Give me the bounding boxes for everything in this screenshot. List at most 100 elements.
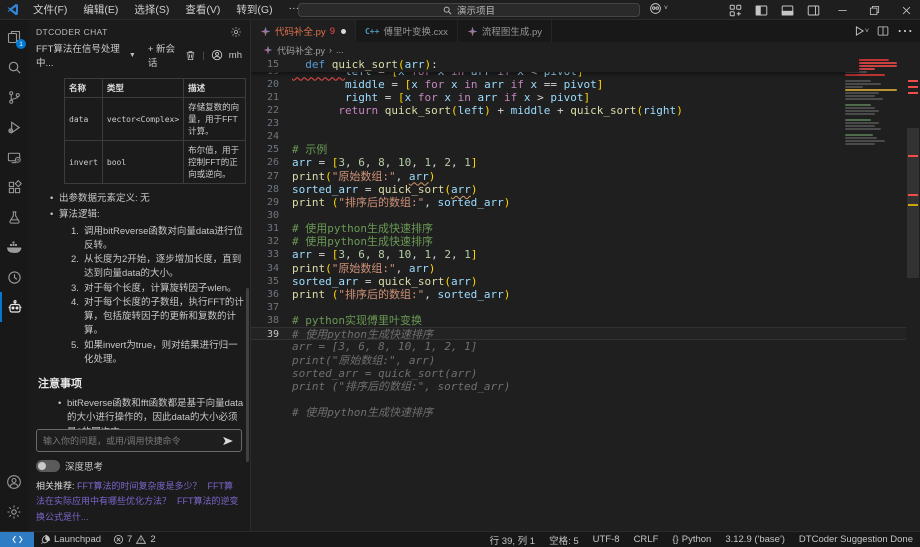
ghost-line[interactable]: print ("排序后的数组:", sorted_arr) (251, 380, 920, 393)
modified-dot-icon[interactable] (341, 29, 346, 34)
related-link-0[interactable]: FFT算法的时间复杂度是多少？ (77, 481, 202, 491)
status-item-0[interactable]: 行 39, 列 1 (483, 533, 542, 547)
conversation-selector[interactable]: FFT算法在信号处理中... (36, 41, 123, 69)
code-line-36[interactable]: 36print ("排序后的数组:", sorted_arr) (251, 288, 920, 301)
search-icon (443, 6, 452, 15)
toggle-panel-icon[interactable] (776, 1, 798, 19)
ghost-line[interactable]: # 使用python生成快速排序 (251, 406, 920, 419)
menu-item-2[interactable]: 选择(S) (127, 0, 176, 19)
minimize-button[interactable] (828, 0, 856, 20)
status-item-3[interactable]: CRLF (627, 534, 666, 545)
split-editor-icon[interactable] (877, 25, 889, 37)
status-item-6[interactable]: DTCoder Suggestion Done (792, 534, 920, 545)
minimap[interactable] (845, 59, 900, 179)
status-item-5[interactable]: 3.12.9 ('base') (718, 534, 792, 545)
docker-icon[interactable] (0, 232, 28, 262)
toggle-primary-sidebar-icon[interactable] (750, 1, 772, 19)
ghost-line[interactable]: arr = [3, 6, 8, 10, 1, 2, 1] (251, 340, 920, 353)
code-line-27[interactable]: 27print("原始数组:", arr) (251, 170, 920, 183)
ghost-line[interactable] (251, 393, 920, 406)
code-line-29[interactable]: 29print ("排序后的数组:", sorted_arr) (251, 196, 920, 209)
code-text: # python实现傅里叶变换 (279, 314, 422, 327)
launchpad-button[interactable]: Launchpad (34, 534, 107, 545)
account-icon[interactable] (0, 467, 28, 497)
code-line-24[interactable]: 24 (251, 130, 920, 143)
settings-gear-icon[interactable] (0, 497, 28, 527)
ai-assistant-button[interactable]: ˅ (649, 2, 668, 15)
chat-input[interactable] (43, 436, 217, 446)
code-line-28[interactable]: 28sorted_arr = quick_sort(arr) (251, 183, 920, 196)
explorer-icon[interactable]: 1 (0, 22, 28, 52)
command-center-search[interactable]: 演示项目 (298, 3, 640, 17)
line-number: 25 (251, 143, 279, 156)
user-avatar-icon[interactable] (211, 49, 223, 61)
send-icon[interactable] (221, 435, 235, 447)
run-dropdown-icon[interactable]: ˅ (865, 28, 869, 35)
breadcrumb[interactable]: 代码补全.py › ... (251, 42, 920, 58)
ai-chat-icon[interactable] (0, 292, 28, 322)
problems-button[interactable]: 7 2 (107, 534, 162, 545)
line-number: 33 (251, 248, 279, 261)
run-debug-icon[interactable] (0, 112, 28, 142)
code-line-26[interactable]: 26arr = [3, 6, 8, 10, 1, 2, 1] (251, 156, 920, 169)
restore-button[interactable] (860, 0, 888, 20)
test-beaker-icon[interactable] (0, 202, 28, 232)
remote-indicator[interactable] (0, 532, 34, 547)
code-line-32[interactable]: 32# 使用python生成快速排序 (251, 235, 920, 248)
customize-layout-icon[interactable] (724, 1, 746, 19)
search-view-icon[interactable] (0, 52, 28, 82)
code-line-21[interactable]: 21 right = [x for x in arr if x > pivot] (251, 91, 920, 104)
menu-item-3[interactable]: 查看(V) (178, 0, 227, 19)
chat-settings-gear-icon[interactable] (230, 26, 242, 38)
code-line-25[interactable]: 25# 示例 (251, 143, 920, 156)
chat-message-body[interactable]: 名称类型描述 datavector<Complex>存储复数的向量，用于FFT计… (28, 70, 250, 431)
deep-think-toggle[interactable] (36, 460, 60, 472)
more-actions-icon[interactable]: ⋯ (897, 21, 914, 41)
code-line-35[interactable]: 35sorted_arr = quick_sort(arr) (251, 275, 920, 288)
menu-item-1[interactable]: 编辑(E) (76, 0, 125, 19)
code-line-23[interactable]: 23 (251, 117, 920, 130)
sticky-scroll-line[interactable]: 15 def quick_sort(arr): (251, 58, 859, 72)
table-header-cell: 类型 (102, 79, 183, 98)
overview-ruler[interactable] (906, 58, 920, 531)
tab-傅里叶变换.cxx[interactable]: C++傅里叶变换.cxx (356, 20, 458, 42)
code-editor[interactable]: 19 left = [x for x in arr if x < pivot]2… (251, 58, 920, 531)
scrollbar-thumb[interactable] (907, 128, 919, 278)
table-cell: data (65, 98, 103, 141)
ghost-line[interactable]: print("原始数组:", arr) (251, 354, 920, 367)
sidebar-scrollbar[interactable] (246, 288, 249, 462)
run-button[interactable]: ˅ (853, 25, 869, 37)
code-line-39[interactable]: 39# 使用python生成快速排序 (251, 327, 920, 340)
code-line-20[interactable]: 20 middle = [x for x in arr if x == pivo… (251, 78, 920, 91)
status-item-1[interactable]: 空格: 5 (542, 533, 586, 547)
menu-item-4[interactable]: 转到(G) (229, 0, 279, 19)
code-line-38[interactable]: 38# python实现傅里叶变换 (251, 314, 920, 327)
new-chat-button[interactable]: + 新会话 (148, 41, 179, 69)
extensions-icon[interactable] (0, 172, 28, 202)
toggle-secondary-sidebar-icon[interactable] (802, 1, 824, 19)
status-item-4[interactable]: {}Python (665, 534, 718, 545)
tab-代码补全.py[interactable]: 代码补全.py9 (251, 20, 356, 42)
delete-chat-icon[interactable] (185, 50, 196, 61)
code-line-30[interactable]: 30 (251, 209, 920, 222)
source-control-icon[interactable] (0, 82, 28, 112)
table-header-cell: 描述 (184, 79, 246, 98)
related-label: 相关推荐: (36, 481, 75, 491)
code-line-33[interactable]: 33arr = [3, 6, 8, 10, 1, 2, 1] (251, 248, 920, 261)
code-line-34[interactable]: 34print("原始数组:", arr) (251, 262, 920, 275)
tab-流程图生成.py[interactable]: 流程图生成.py (458, 20, 552, 42)
close-button[interactable] (892, 0, 920, 20)
code-line-22[interactable]: 22 return quick_sort(left) + middle + qu… (251, 104, 920, 117)
title-bar: 文件(F)编辑(E)选择(S)查看(V)转到(G)··· ← → 演示项目 ˅ (0, 0, 920, 20)
code-line-15[interactable]: 15 def quick_sort(arr): (251, 58, 859, 71)
code-line-37[interactable]: 37 (251, 301, 920, 314)
status-item-2[interactable]: UTF-8 (586, 534, 627, 545)
ghost-line[interactable]: sorted_arr = quick_sort(arr) (251, 367, 920, 380)
history-icon[interactable] (0, 262, 28, 292)
line-number: 20 (251, 78, 279, 91)
remote-explorer-icon[interactable] (0, 142, 28, 172)
code-line-31[interactable]: 31# 使用python生成快速排序 (251, 222, 920, 235)
line-number: 34 (251, 262, 279, 275)
code-text (279, 393, 292, 406)
menu-item-0[interactable]: 文件(F) (26, 0, 74, 19)
